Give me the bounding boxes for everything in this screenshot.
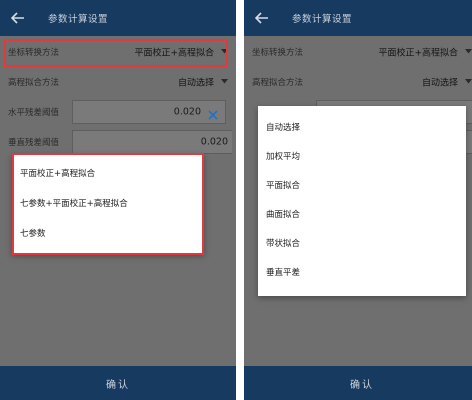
app-bar: 参数计算设置 [244, 0, 472, 36]
highlight-box [4, 39, 228, 67]
menu-item[interactable]: 曲面拟合 [258, 199, 466, 228]
caret-down-icon [465, 47, 472, 57]
page-title: 参数计算设置 [292, 14, 353, 25]
menu-item[interactable]: 自动选择 [258, 112, 466, 141]
clear-icon[interactable] [207, 106, 219, 120]
menu-item[interactable]: 平面拟合 [258, 170, 466, 199]
page-title: 参数计算设置 [48, 14, 109, 25]
caret-down-icon [221, 77, 228, 87]
arrow-left-icon[interactable] [250, 6, 274, 30]
arrow-left-icon[interactable] [6, 6, 30, 30]
v-threshold-input[interactable]: 0.020 [72, 130, 232, 154]
caret-down-icon [465, 77, 472, 87]
coord-method-value: 平面校正+高程拟合 [378, 48, 458, 59]
height-method-label: 高程拟合方法 [8, 78, 60, 88]
highlight-box [12, 153, 204, 255]
height-method-value: 自动选择 [421, 78, 458, 89]
menu-item[interactable]: 垂直平差 [258, 257, 466, 286]
height-method-label: 高程拟合方法 [252, 78, 304, 88]
right-screen: 参数计算设置 坐标转换方法 平面校正+高程拟合 高程拟合方法 自动选择 自动选择… [244, 0, 472, 400]
h-threshold-value: 0.020 [173, 106, 201, 118]
height-method-row[interactable]: 高程拟合方法 自动选择 [244, 70, 472, 94]
height-method-value: 自动选择 [177, 78, 214, 89]
v-threshold-value: 0.020 [200, 136, 228, 148]
confirm-button[interactable]: 确认 [244, 366, 472, 400]
app-bar: 参数计算设置 [0, 0, 236, 36]
h-threshold-label: 水平残差阈值 [8, 108, 60, 118]
left-screen: 参数计算设置 坐标转换方法 平面校正+高程拟合 高程拟合方法 自动选择 水平残差… [0, 0, 236, 400]
height-method-row[interactable]: 高程拟合方法 自动选择 [0, 70, 236, 94]
coord-method-row[interactable]: 坐标转换方法 平面校正+高程拟合 [244, 38, 472, 66]
menu-item[interactable]: 带状拟合 [258, 228, 466, 257]
h-threshold-input[interactable]: 0.020 [72, 100, 226, 124]
v-threshold-label: 垂直残差阈值 [8, 138, 60, 148]
coord-method-label: 坐标转换方法 [252, 48, 304, 58]
height-method-menu: 自动选择 加权平均 平面拟合 曲面拟合 带状拟合 垂直平差 [258, 106, 466, 296]
confirm-button[interactable]: 确认 [0, 366, 236, 400]
menu-item[interactable]: 加权平均 [258, 141, 466, 170]
